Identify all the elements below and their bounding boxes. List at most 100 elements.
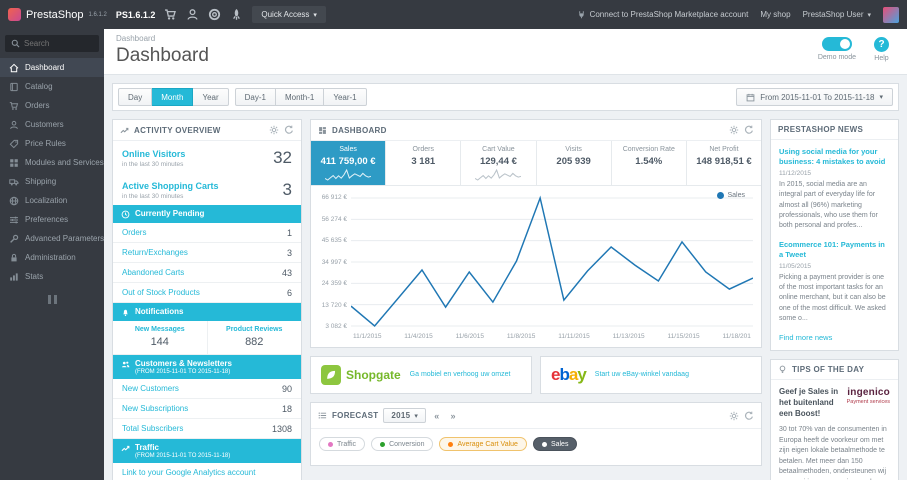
refresh-icon[interactable] — [744, 411, 754, 421]
chart-legend[interactable]: Sales — [717, 192, 745, 199]
date-range-button[interactable]: From 2015-11-01 To 2015-11-18 ▾ — [736, 88, 893, 106]
kpi-conversion-rate[interactable]: Conversion Rate 1.54% — [612, 141, 687, 185]
sidebar-item-label: Stats — [25, 272, 44, 281]
column-right: PRESTASHOP NEWS Using social media for y… — [770, 119, 899, 480]
month-1-button[interactable]: Month-1 — [275, 88, 325, 106]
localization-icon — [9, 196, 19, 206]
sales-dot-icon — [541, 441, 547, 447]
user-avatar[interactable] — [883, 6, 899, 23]
marketplace-link[interactable]: Connect to PrestaShop Marketplace accoun… — [577, 10, 748, 19]
sidebar-item-catalog[interactable]: Catalog — [0, 77, 104, 96]
toggle-sales[interactable]: Sales — [532, 437, 578, 451]
active-carts-link[interactable]: Active Shopping Carts — [122, 181, 219, 191]
forecast-prev-button[interactable]: « — [431, 410, 442, 422]
product-reviews-cell[interactable]: Product Reviews 882 — [206, 321, 302, 354]
sidebar-item-localization[interactable]: Localization — [0, 191, 104, 210]
refresh-icon[interactable] — [284, 125, 294, 135]
ebay-logo[interactable]: ebay — [551, 365, 587, 385]
breadcrumb[interactable]: Dashboard — [116, 34, 209, 43]
find-more-news-link[interactable]: Find more news — [779, 333, 890, 342]
shopgate-link[interactable]: Ga mobiel en verhoog uw omzet — [410, 370, 511, 379]
panel-activity-overview: ACTIVITY OVERVIEW Online Visitors in the… — [112, 119, 302, 480]
kpi-cart-value[interactable]: Cart Value 129,44 € — [461, 141, 537, 185]
column-middle: DASHBOARD Sales 411 759,00 € Orders 3 18… — [310, 119, 762, 474]
year-button[interactable]: Year — [193, 88, 229, 106]
rocket-icon[interactable] — [230, 8, 243, 21]
new-messages-cell[interactable]: New Messages 144 — [113, 321, 207, 354]
day-button[interactable]: Day — [118, 88, 153, 106]
kpi-label: Orders — [412, 146, 434, 153]
forecast-next-button[interactable]: » — [448, 410, 459, 422]
kpi-orders[interactable]: Orders 3 181 — [386, 141, 462, 185]
chart-plot[interactable] — [351, 194, 753, 330]
abandoned-carts-value: 43 — [281, 267, 292, 278]
pending-orders-value: 1 — [286, 227, 292, 238]
quick-access-button[interactable]: Quick Access ▾ — [252, 6, 326, 23]
shop-name[interactable]: PS1.6.1.2 — [116, 10, 156, 20]
out-of-stock-link[interactable]: Out of Stock Products — [122, 288, 200, 297]
forecast-year-select[interactable]: 2015 ▾ — [383, 408, 427, 423]
sidebar-item-shipping[interactable]: Shipping — [0, 172, 104, 191]
chart-x-tick: 11/8/2015 — [506, 333, 536, 340]
chart-x-tick: 11/1/2015 — [353, 333, 382, 340]
help-button[interactable]: ? — [874, 37, 889, 52]
kpi-sales[interactable]: Sales 411 759,00 € — [311, 141, 387, 185]
cart-icon[interactable] — [164, 8, 177, 21]
ebay-link[interactable]: Start uw eBay-winkel vandaag — [595, 370, 689, 379]
employee-icon[interactable] — [186, 8, 199, 21]
shopgate-logo[interactable]: Shopgate — [321, 365, 401, 385]
sidebar-item-administration[interactable]: Administration — [0, 248, 104, 267]
shopgate-leaf-icon — [321, 365, 341, 385]
my-shop-link[interactable]: My shop — [760, 10, 790, 19]
gear-icon[interactable] — [269, 125, 279, 135]
ingenico-subtitle: Payment services — [846, 398, 890, 405]
year-1-button[interactable]: Year-1 — [324, 88, 367, 106]
pending-row-abandoned-carts: Abandoned Carts 43 — [113, 263, 301, 283]
sidebar: Dashboard Catalog Orders Customers Price… — [0, 29, 104, 480]
new-subscriptions-link[interactable]: New Subscriptions — [122, 404, 188, 413]
sidebar-item-customers[interactable]: Customers — [0, 115, 104, 134]
kpi-net-profit[interactable]: Net Profit 148 918,51 € — [687, 141, 761, 185]
chart-x-axis: 11/1/2015 11/4/2015 11/6/2015 11/8/2015 11/1… — [353, 333, 751, 340]
sidebar-item-price-rules[interactable]: Price Rules — [0, 134, 104, 153]
sidebar-collapse-button[interactable] — [0, 286, 104, 313]
abandoned-carts-link[interactable]: Abandoned Carts — [122, 268, 184, 277]
sidebar-item-label: Customers — [25, 120, 64, 129]
online-visitors-link[interactable]: Online Visitors — [122, 149, 185, 159]
pending-orders-link[interactable]: Orders — [122, 228, 146, 237]
google-analytics-link[interactable]: Link to your Google Analytics account — [122, 468, 255, 477]
toggle-conversion[interactable]: Conversion — [371, 437, 434, 451]
sidebar-item-stats[interactable]: Stats — [0, 267, 104, 286]
gear-icon[interactable] — [729, 411, 739, 421]
new-customers-link[interactable]: New Customers — [122, 384, 179, 393]
gear-icon[interactable] — [729, 125, 739, 135]
sidebar-item-advanced-parameters[interactable]: Advanced Parameters — [0, 229, 104, 248]
refresh-icon[interactable] — [744, 125, 754, 135]
sidebar-item-dashboard[interactable]: Dashboard — [0, 58, 104, 77]
toggle-traffic[interactable]: Traffic — [319, 437, 366, 451]
user-menu[interactable]: PrestaShop User ▾ — [803, 10, 871, 19]
sidebar-item-modules-and-services[interactable]: Modules and Services — [0, 153, 104, 172]
pending-returns-link[interactable]: Return/Exchanges — [122, 248, 188, 257]
news-article: Using social media for your business: 4 … — [779, 147, 890, 231]
month-button[interactable]: Month — [152, 88, 194, 106]
new-subscriptions-value: 18 — [281, 403, 292, 414]
sidebar-search[interactable] — [5, 35, 99, 52]
news-article-title[interactable]: Using social media for your business: 4 … — [779, 147, 890, 167]
toggle-average-cart-value[interactable]: Average Cart Value — [439, 437, 527, 451]
news-article-title[interactable]: Ecommerce 101: Payments in a Tweet — [779, 240, 890, 260]
promo-row: Shopgate Ga mobiel en verhoog uw omzet e… — [310, 356, 762, 402]
prestashop-logo[interactable]: PrestaShop 1.6.1.2 — [8, 8, 107, 21]
total-subscribers-link[interactable]: Total Subscribers — [122, 424, 183, 433]
support-icon[interactable] — [208, 8, 221, 21]
modules-icon — [9, 158, 19, 168]
sidebar-item-preferences[interactable]: Preferences — [0, 210, 104, 229]
pending-title: Currently Pending — [135, 209, 205, 218]
demo-mode-toggle[interactable] — [821, 37, 852, 51]
caret-down-icon: ▾ — [313, 11, 317, 19]
search-input[interactable] — [24, 39, 86, 48]
sidebar-item-label: Modules and Services — [25, 158, 104, 167]
kpi-visits[interactable]: Visits 205 939 — [537, 141, 612, 185]
sidebar-item-orders[interactable]: Orders — [0, 96, 104, 115]
day-1-button[interactable]: Day-1 — [234, 88, 276, 106]
